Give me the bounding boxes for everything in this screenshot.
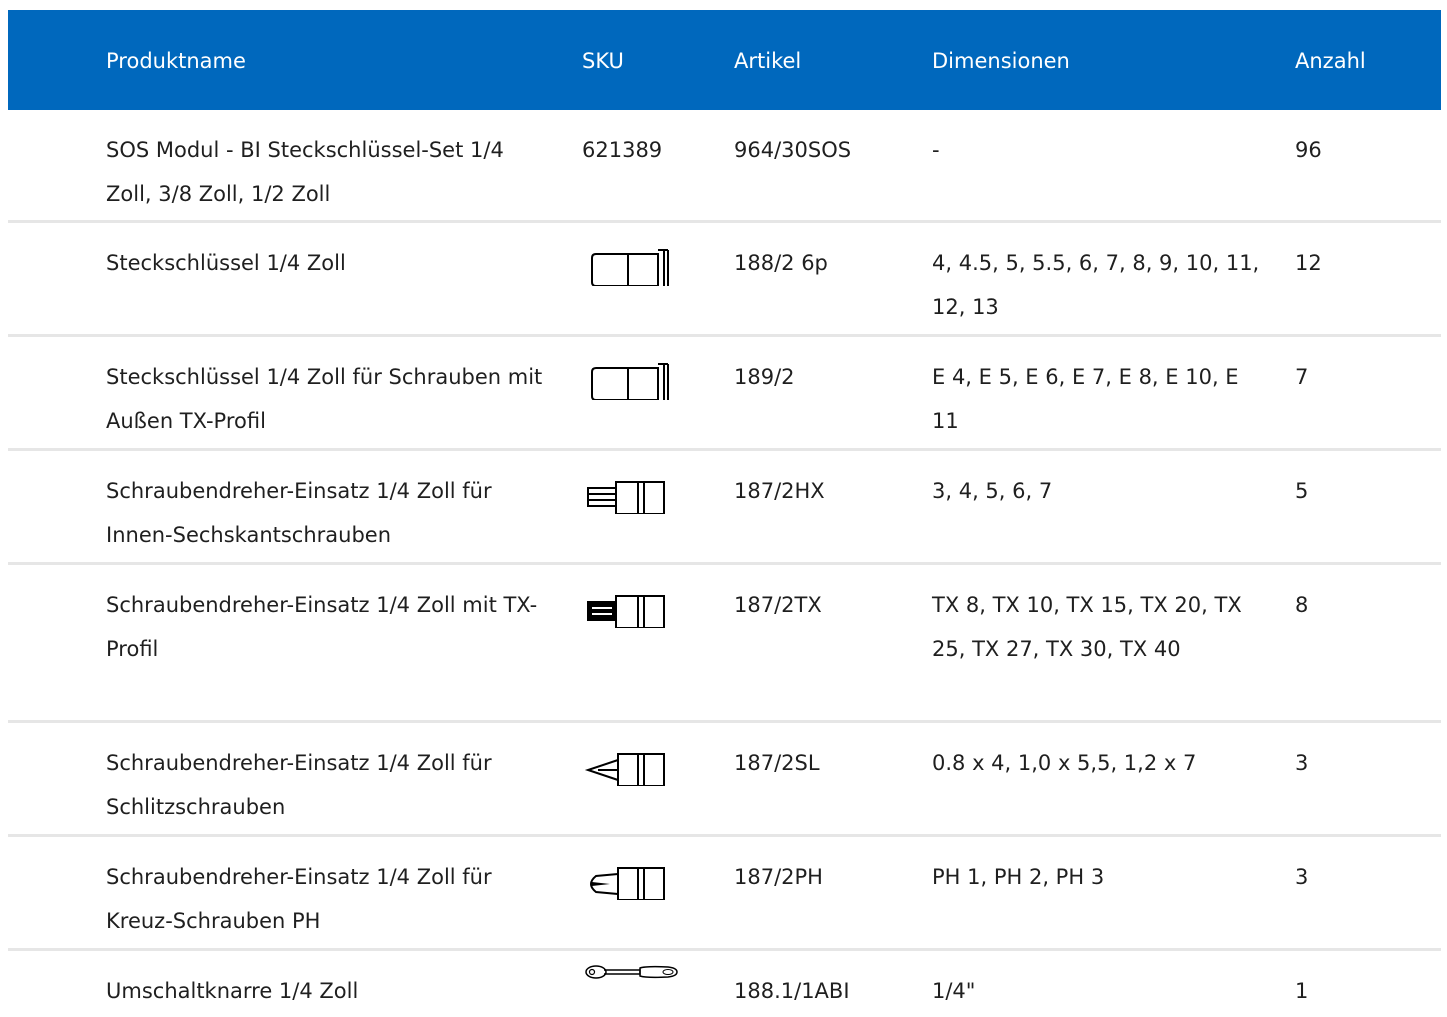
quantity: 96 xyxy=(1295,138,1322,162)
quantity: 3 xyxy=(1295,751,1309,775)
dimensions: E 4, E 5, E 6, E 7, E 8, E 10, E 11 xyxy=(932,365,1239,433)
tx-bit-socket-icon xyxy=(582,583,712,628)
product-name: Umschaltknarre 1/4 Zoll xyxy=(106,979,359,1003)
table-row: Schraubendreher-Einsatz 1/4 Zoll für Kre… xyxy=(8,837,1441,951)
article-number: 187/2PH xyxy=(734,865,823,889)
hex-bit-socket-icon xyxy=(582,469,712,514)
dimensions: TX 8, TX 10, TX 15, TX 20, TX 25, TX 27,… xyxy=(932,593,1242,661)
parts-table: Produktname SKU Artikel Dimensionen Anza… xyxy=(8,10,1441,1017)
table-row: SOS Modul - BI Steckschlüssel-Set 1/4 Zo… xyxy=(8,110,1441,223)
article-number: 189/2 xyxy=(734,365,795,389)
slotted-bit-socket-icon xyxy=(582,741,712,786)
table-row: Steckschlüssel 1/4 Zoll 188/2 6p 4, 4.5,… xyxy=(8,223,1441,337)
dimensions: 4, 4.5, 5, 5.5, 6, 7, 8, 9, 10, 11, 12, … xyxy=(932,251,1260,319)
dimensions: PH 1, PH 2, PH 3 xyxy=(932,865,1105,889)
product-name: Steckschlüssel 1/4 Zoll xyxy=(106,251,346,275)
table-row: Schraubendreher-Einsatz 1/4 Zoll für Inn… xyxy=(8,451,1441,565)
table-row: Steckschlüssel 1/4 Zoll für Schrauben mi… xyxy=(8,337,1441,451)
product-name: Steckschlüssel 1/4 Zoll für Schrauben mi… xyxy=(106,365,543,433)
table-header: Produktname SKU Artikel Dimensionen Anza… xyxy=(8,10,1441,110)
product-name: Schraubendreher-Einsatz 1/4 Zoll für Sch… xyxy=(106,751,492,819)
article-number: 964/30SOS xyxy=(734,138,852,162)
table-row: Schraubendreher-Einsatz 1/4 Zoll mit TX-… xyxy=(8,565,1441,723)
quantity: 3 xyxy=(1295,865,1309,889)
ratchet-icon xyxy=(582,957,712,986)
product-name: Schraubendreher-Einsatz 1/4 Zoll für Inn… xyxy=(106,479,492,547)
socket-icon xyxy=(582,241,712,286)
header-sku: SKU xyxy=(582,49,624,73)
article-number: 188/2 6p xyxy=(734,251,828,275)
article-number: 187/2HX xyxy=(734,479,825,503)
product-name: Schraubendreher-Einsatz 1/4 Zoll mit TX-… xyxy=(106,593,538,661)
article-number: 187/2SL xyxy=(734,751,820,775)
product-name: SOS Modul - BI Steckschlüssel-Set 1/4 Zo… xyxy=(106,138,504,206)
article-number: 187/2TX xyxy=(734,593,822,617)
quantity: 8 xyxy=(1295,593,1309,617)
dimensions: - xyxy=(932,138,940,162)
header-quantity: Anzahl xyxy=(1295,49,1366,73)
sku-value: 621389 xyxy=(582,138,663,162)
dimensions: 0.8 x 4, 1,0 x 5,5, 1,2 x 7 xyxy=(932,751,1197,775)
header-article: Artikel xyxy=(734,49,802,73)
header-product-name: Produktname xyxy=(106,49,246,73)
socket-icon xyxy=(582,355,712,400)
dimensions: 1/4" xyxy=(932,979,976,1003)
dimensions: 3, 4, 5, 6, 7 xyxy=(932,479,1053,503)
phillips-bit-socket-icon xyxy=(582,855,712,900)
quantity: 5 xyxy=(1295,479,1309,503)
header-dimensions: Dimensionen xyxy=(932,49,1070,73)
table-row: Schraubendreher-Einsatz 1/4 Zoll für Sch… xyxy=(8,723,1441,837)
product-name: Schraubendreher-Einsatz 1/4 Zoll für Kre… xyxy=(106,865,492,933)
article-number: 188.1/1ABI xyxy=(734,979,850,1003)
table-row: Umschaltknarre 1/4 Zoll 188.1/1ABI 1/4" … xyxy=(8,951,1441,1017)
quantity: 1 xyxy=(1295,979,1309,1003)
quantity: 12 xyxy=(1295,251,1322,275)
quantity: 7 xyxy=(1295,365,1309,389)
